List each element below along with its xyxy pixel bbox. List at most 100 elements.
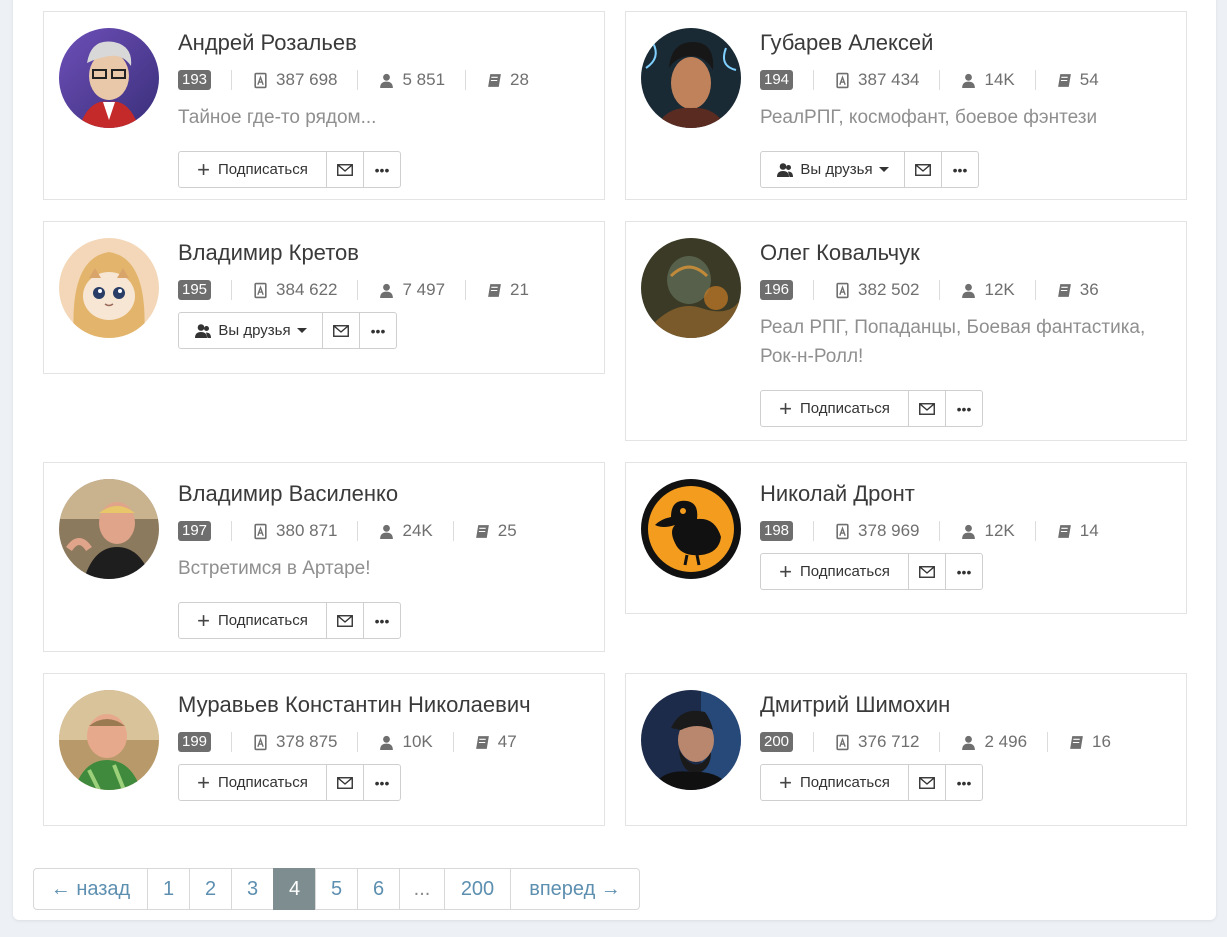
rank-badge: 198 xyxy=(760,521,794,541)
book-icon xyxy=(475,735,489,749)
author-bio: РеалРПГ, космофант, боевое фэнтези xyxy=(760,107,1098,128)
more-button[interactable]: ••• xyxy=(945,553,983,590)
chevron-down-icon xyxy=(296,328,307,333)
divider xyxy=(1047,732,1049,752)
friends-button[interactable]: Вы друзья xyxy=(760,151,905,188)
books-stat: 378 875 xyxy=(252,732,337,752)
subscribe-button[interactable]: + Подписаться xyxy=(178,151,327,188)
book-icon xyxy=(1057,73,1071,87)
page-link-2[interactable]: 2 xyxy=(189,868,232,910)
page-link-5[interactable]: 5 xyxy=(315,868,358,910)
book-library-icon xyxy=(836,523,849,539)
avatar[interactable] xyxy=(59,690,159,790)
envelope-icon xyxy=(919,402,935,415)
divider xyxy=(813,280,815,300)
user-icon xyxy=(380,73,394,88)
next-page-link[interactable]: вперед → xyxy=(510,868,640,910)
divider xyxy=(813,521,815,541)
subscribe-button[interactable]: + Подписаться xyxy=(760,553,909,590)
author-name[interactable]: Владимир Василенко xyxy=(178,481,594,507)
author-actions: Вы друзья ••• xyxy=(760,151,1176,188)
more-button[interactable]: ••• xyxy=(941,151,979,188)
author-card: Андрей Розальев 193 387 698 5 851 28 Тай… xyxy=(43,11,605,200)
subscribe-button[interactable]: + Подписаться xyxy=(760,764,909,801)
plus-icon: + xyxy=(779,558,792,584)
more-button[interactable]: ••• xyxy=(945,764,983,801)
divider xyxy=(939,280,941,300)
followers-stat: 12K xyxy=(960,521,1015,541)
book-library-icon xyxy=(254,734,267,750)
user-icon xyxy=(380,524,394,539)
author-stats: 198 378 969 12K 14 xyxy=(760,520,1176,542)
author-name[interactable]: Андрей Розальев xyxy=(178,30,594,56)
avatar[interactable] xyxy=(59,238,159,338)
author-actions: + Подписаться ••• xyxy=(178,151,594,188)
divider xyxy=(452,732,454,752)
divider xyxy=(231,732,233,752)
author-actions: + Подписаться ••• xyxy=(760,390,1176,427)
author-name[interactable]: Дмитрий Шимохин xyxy=(760,692,1176,718)
page-link-3[interactable]: 3 xyxy=(231,868,274,910)
author-name[interactable]: Владимир Кретов xyxy=(178,240,594,266)
avatar[interactable] xyxy=(641,690,741,790)
rank-badge: 194 xyxy=(760,70,794,90)
avatar[interactable] xyxy=(641,479,741,579)
followers-stat: 5 851 xyxy=(378,70,445,90)
rank-badge: 196 xyxy=(760,280,794,300)
author-name[interactable]: Олег Ковальчук xyxy=(760,240,1176,266)
message-button[interactable] xyxy=(908,553,946,590)
plus-icon: + xyxy=(197,156,210,182)
message-button[interactable] xyxy=(322,312,360,349)
author-card: Муравьев Константин Николаевич 199 378 8… xyxy=(43,673,605,826)
divider xyxy=(452,521,454,541)
user-icon xyxy=(962,73,976,88)
author-actions: Вы друзья ••• xyxy=(178,312,594,349)
more-button[interactable]: ••• xyxy=(945,390,983,427)
page-link-current[interactable]: 4 xyxy=(273,868,316,910)
prev-page-link[interactable]: ← назад xyxy=(33,868,148,910)
subscribe-button[interactable]: + Подписаться xyxy=(178,602,327,639)
books-stat: 380 871 xyxy=(252,521,337,541)
works-stat: 54 xyxy=(1056,70,1099,90)
message-button[interactable] xyxy=(908,390,946,427)
book-library-icon xyxy=(836,734,849,750)
divider xyxy=(1034,280,1036,300)
books-stat: 387 698 xyxy=(252,70,337,90)
more-button[interactable]: ••• xyxy=(359,312,397,349)
message-button[interactable] xyxy=(326,764,364,801)
subscribe-button[interactable]: + Подписаться xyxy=(178,764,327,801)
avatar[interactable] xyxy=(641,238,741,338)
books-stat: 376 712 xyxy=(834,732,919,752)
page-link-6[interactable]: 6 xyxy=(357,868,400,910)
page-link-200[interactable]: 200 xyxy=(444,868,511,910)
divider xyxy=(357,521,359,541)
divider xyxy=(231,521,233,541)
divider xyxy=(465,280,467,300)
divider xyxy=(357,732,359,752)
envelope-icon xyxy=(337,163,353,176)
author-name[interactable]: Муравьев Константин Николаевич xyxy=(178,692,594,718)
message-button[interactable] xyxy=(908,764,946,801)
author-stats: 195 384 622 7 497 21 xyxy=(178,279,594,301)
more-button[interactable]: ••• xyxy=(363,764,401,801)
avatar[interactable] xyxy=(59,28,159,128)
book-icon xyxy=(1057,524,1071,538)
page-link-1[interactable]: 1 xyxy=(147,868,190,910)
message-button[interactable] xyxy=(326,151,364,188)
more-button[interactable]: ••• xyxy=(363,602,401,639)
avatar[interactable] xyxy=(59,479,159,579)
author-name[interactable]: Губарев Алексей xyxy=(760,30,1176,56)
followers-stat: 10K xyxy=(378,732,433,752)
message-button[interactable] xyxy=(326,602,364,639)
pagination: ← назад 1 2 3 4 5 6 ... 200 вперед → xyxy=(33,868,640,910)
divider xyxy=(231,70,233,90)
works-stat: 16 xyxy=(1068,732,1111,752)
more-button[interactable]: ••• xyxy=(363,151,401,188)
subscribe-button[interactable]: + Подписаться xyxy=(760,390,909,427)
author-name[interactable]: Николай Дронт xyxy=(760,481,1176,507)
message-button[interactable] xyxy=(904,151,942,188)
friends-button[interactable]: Вы друзья xyxy=(178,312,323,349)
avatar[interactable] xyxy=(641,28,741,128)
book-library-icon xyxy=(254,282,267,298)
author-bio: Встретимся в Артаре! xyxy=(178,558,371,579)
